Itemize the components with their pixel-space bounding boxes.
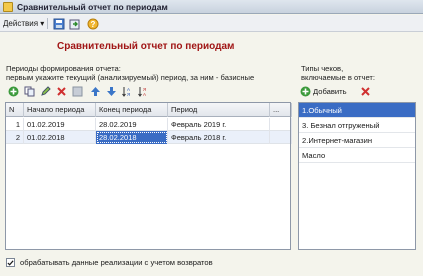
periods-table: N Начало периода Конец периода Период ..… [5, 102, 292, 250]
add-icon [300, 86, 311, 97]
actions-menu[interactable]: Действия ▾ [3, 18, 44, 29]
svg-text:?: ? [90, 20, 95, 29]
window-titlebar: Сравнительный отчет по периодам [0, 0, 423, 14]
add-row-icon[interactable] [8, 86, 19, 97]
chevron-down-icon: ▾ [40, 19, 45, 28]
move-down-icon[interactable] [106, 86, 117, 97]
window-title: Сравнительный отчет по периодам [17, 2, 168, 12]
report-heading: Сравнительный отчет по периодам [57, 41, 235, 52]
column-header-end[interactable]: Конец периода [96, 103, 168, 117]
sort-descending-icon[interactable]: ЯА [138, 86, 149, 97]
cell-n: 1 [6, 118, 24, 131]
cell-extra[interactable] [270, 131, 292, 144]
table-row[interactable]: 2 01.02.2018 28.02.2018 Февраль 2018 г. [6, 131, 292, 144]
move-up-icon[interactable] [90, 86, 101, 97]
delete-check-type-icon[interactable] [360, 86, 371, 97]
checkmark-icon [7, 259, 14, 266]
periods-hint: Периоды формирования отчета: первым укаж… [6, 64, 254, 82]
returns-checkbox[interactable] [6, 258, 15, 267]
list-item[interactable]: Масло [299, 148, 415, 163]
cell-period[interactable]: Февраль 2018 г. [168, 131, 270, 144]
column-header-period[interactable]: Период [168, 103, 270, 117]
list-item-selected[interactable]: 1.Обычный [299, 103, 415, 118]
periods-table-header: N Начало периода Конец периода Период ..… [6, 103, 292, 117]
periods-hint-line1: Периоды формирования отчета: [6, 64, 121, 73]
cell-start[interactable]: 01.02.2018 [24, 131, 96, 144]
table-row[interactable]: 1 01.02.2019 28.02.2019 Февраль 2019 г. [6, 118, 292, 131]
check-types-hint-line1: Типы чеков, [301, 64, 344, 73]
check-types-hint: Типы чеков, включаемые в отчет: [301, 64, 375, 82]
column-header-n[interactable]: N [6, 103, 24, 117]
toolbar: Действия ▾ ? [0, 15, 423, 32]
add-check-type-label: Добавить [313, 87, 347, 96]
svg-text:А: А [143, 92, 146, 97]
sort-ascending-icon[interactable]: АЯ [122, 86, 133, 97]
periods-hint-line2: первым укажите текущий (анализируемый) п… [6, 73, 255, 82]
column-header-start[interactable]: Начало периода [24, 103, 96, 117]
column-header-extra[interactable]: ... [270, 103, 292, 117]
cell-start[interactable]: 01.02.2019 [24, 118, 96, 131]
add-check-type-button[interactable]: Добавить [300, 86, 347, 97]
svg-text:Я: Я [127, 92, 130, 97]
report-window-icon [3, 2, 13, 12]
cell-end[interactable]: 28.02.2019 [96, 118, 168, 131]
check-types-list: 1.Обычный 3. Безнал отгруженый 2.Интерне… [298, 102, 416, 250]
toolbar-separator [47, 18, 48, 29]
copy-row-icon[interactable] [24, 86, 35, 97]
returns-checkbox-label[interactable]: обрабатывать данные реализации с учетом … [20, 258, 213, 268]
cell-period[interactable]: Февраль 2019 г. [168, 118, 270, 131]
end-edit-icon[interactable] [72, 86, 83, 97]
cell-n: 2 [6, 131, 24, 144]
cell-end-selected[interactable]: 28.02.2018 [96, 131, 168, 144]
delete-row-icon[interactable] [56, 86, 67, 97]
cell-extra[interactable] [270, 118, 292, 131]
help-icon[interactable]: ? [86, 17, 99, 30]
save-settings-icon[interactable] [52, 17, 65, 30]
list-item[interactable]: 2.Интернет-магазин [299, 133, 415, 148]
actions-menu-label: Действия [3, 19, 39, 28]
list-item[interactable]: 3. Безнал отгруженый [299, 118, 415, 133]
check-types-hint-line2: включаемые в отчет: [301, 73, 376, 82]
edit-row-icon[interactable] [40, 86, 51, 97]
restore-settings-icon[interactable] [68, 17, 81, 30]
